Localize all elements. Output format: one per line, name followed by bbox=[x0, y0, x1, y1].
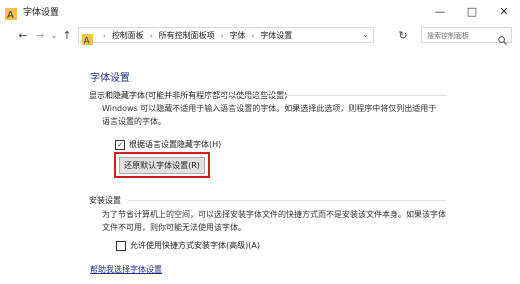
hide-fonts-by-language-label[interactable]: 根据语言设置隐藏字体(H) bbox=[129, 139, 221, 150]
forward-arrow-icon[interactable]: → bbox=[33, 27, 47, 43]
search-input[interactable]: 搜索控制面板 bbox=[421, 27, 512, 45]
install-settings-section-label: 安装设置 bbox=[89, 196, 121, 205]
hide-fonts-by-language-checkbox-row[interactable]: ✓ 根据语言设置隐藏字体(H) bbox=[115, 139, 221, 150]
back-arrow-icon[interactable]: ← bbox=[16, 27, 30, 43]
show-hide-fonts-description: Windows 可以隐藏不适用于输入语言设置的字体。如果选择此选项，则程序中将仅… bbox=[102, 104, 437, 126]
up-arrow-icon[interactable]: ↑ bbox=[60, 27, 74, 43]
breadcrumb-separator-icon: › bbox=[149, 31, 153, 40]
search-icon bbox=[498, 30, 507, 45]
breadcrumb-control-panel[interactable]: 控制面板 bbox=[112, 30, 144, 41]
section-divider bbox=[207, 95, 447, 96]
control-panel-icon: A bbox=[82, 30, 93, 47]
svg-text:A: A bbox=[84, 37, 91, 46]
svg-text:A: A bbox=[7, 10, 14, 20]
address-bar[interactable]: A › 控制面板 › 所有控制面板项 › 字体 › 字体设置 ⌄ bbox=[78, 27, 374, 47]
allow-shortcut-install-checkbox[interactable] bbox=[116, 240, 126, 251]
breadcrumb-separator-icon: › bbox=[103, 31, 106, 40]
window-title: 字体设置 bbox=[23, 8, 60, 18]
refresh-icon[interactable]: ↻ bbox=[396, 27, 410, 43]
title-bar: A 字体设置 — □ ✕ bbox=[0, 0, 520, 22]
search-placeholder: 搜索控制面板 bbox=[427, 32, 469, 40]
allow-shortcut-install-label[interactable]: 允许使用快捷方式安装字体(高级)(A) bbox=[130, 240, 260, 251]
breadcrumb: › 控制面板 › 所有控制面板项 › 字体 › 字体设置 bbox=[97, 30, 292, 41]
maximize-button[interactable]: □ bbox=[456, 0, 488, 22]
address-dropdown-chevron-icon[interactable]: ⌄ bbox=[362, 30, 369, 39]
recent-locations-chevron-icon[interactable]: ⌄ bbox=[47, 27, 61, 43]
font-settings-app-icon: A bbox=[5, 5, 17, 21]
help-choose-font-settings-link[interactable]: 帮助我选择字体设置 bbox=[90, 264, 162, 275]
install-settings-description: 为了节省计算机上的空间，可以选择安装字体文件的快捷方式而不是安装该文件本身。如果… bbox=[102, 210, 446, 232]
page-title: 字体设置 bbox=[90, 73, 130, 84]
breadcrumb-font-settings[interactable]: 字体设置 bbox=[260, 30, 292, 41]
allow-shortcut-install-checkbox-row[interactable]: 允许使用快捷方式安装字体(高级)(A) bbox=[116, 240, 260, 251]
breadcrumb-separator-icon: › bbox=[251, 31, 255, 40]
breadcrumb-all-control-panel-items[interactable]: 所有控制面板项 bbox=[159, 30, 215, 41]
red-highlight-box bbox=[114, 152, 210, 178]
minimize-button[interactable]: — bbox=[424, 0, 456, 22]
close-button[interactable]: ✕ bbox=[488, 0, 520, 22]
breadcrumb-fonts[interactable]: 字体 bbox=[229, 30, 245, 41]
section-divider bbox=[128, 200, 446, 201]
breadcrumb-separator-icon: › bbox=[220, 31, 224, 40]
hide-fonts-by-language-checkbox[interactable]: ✓ bbox=[115, 139, 125, 150]
